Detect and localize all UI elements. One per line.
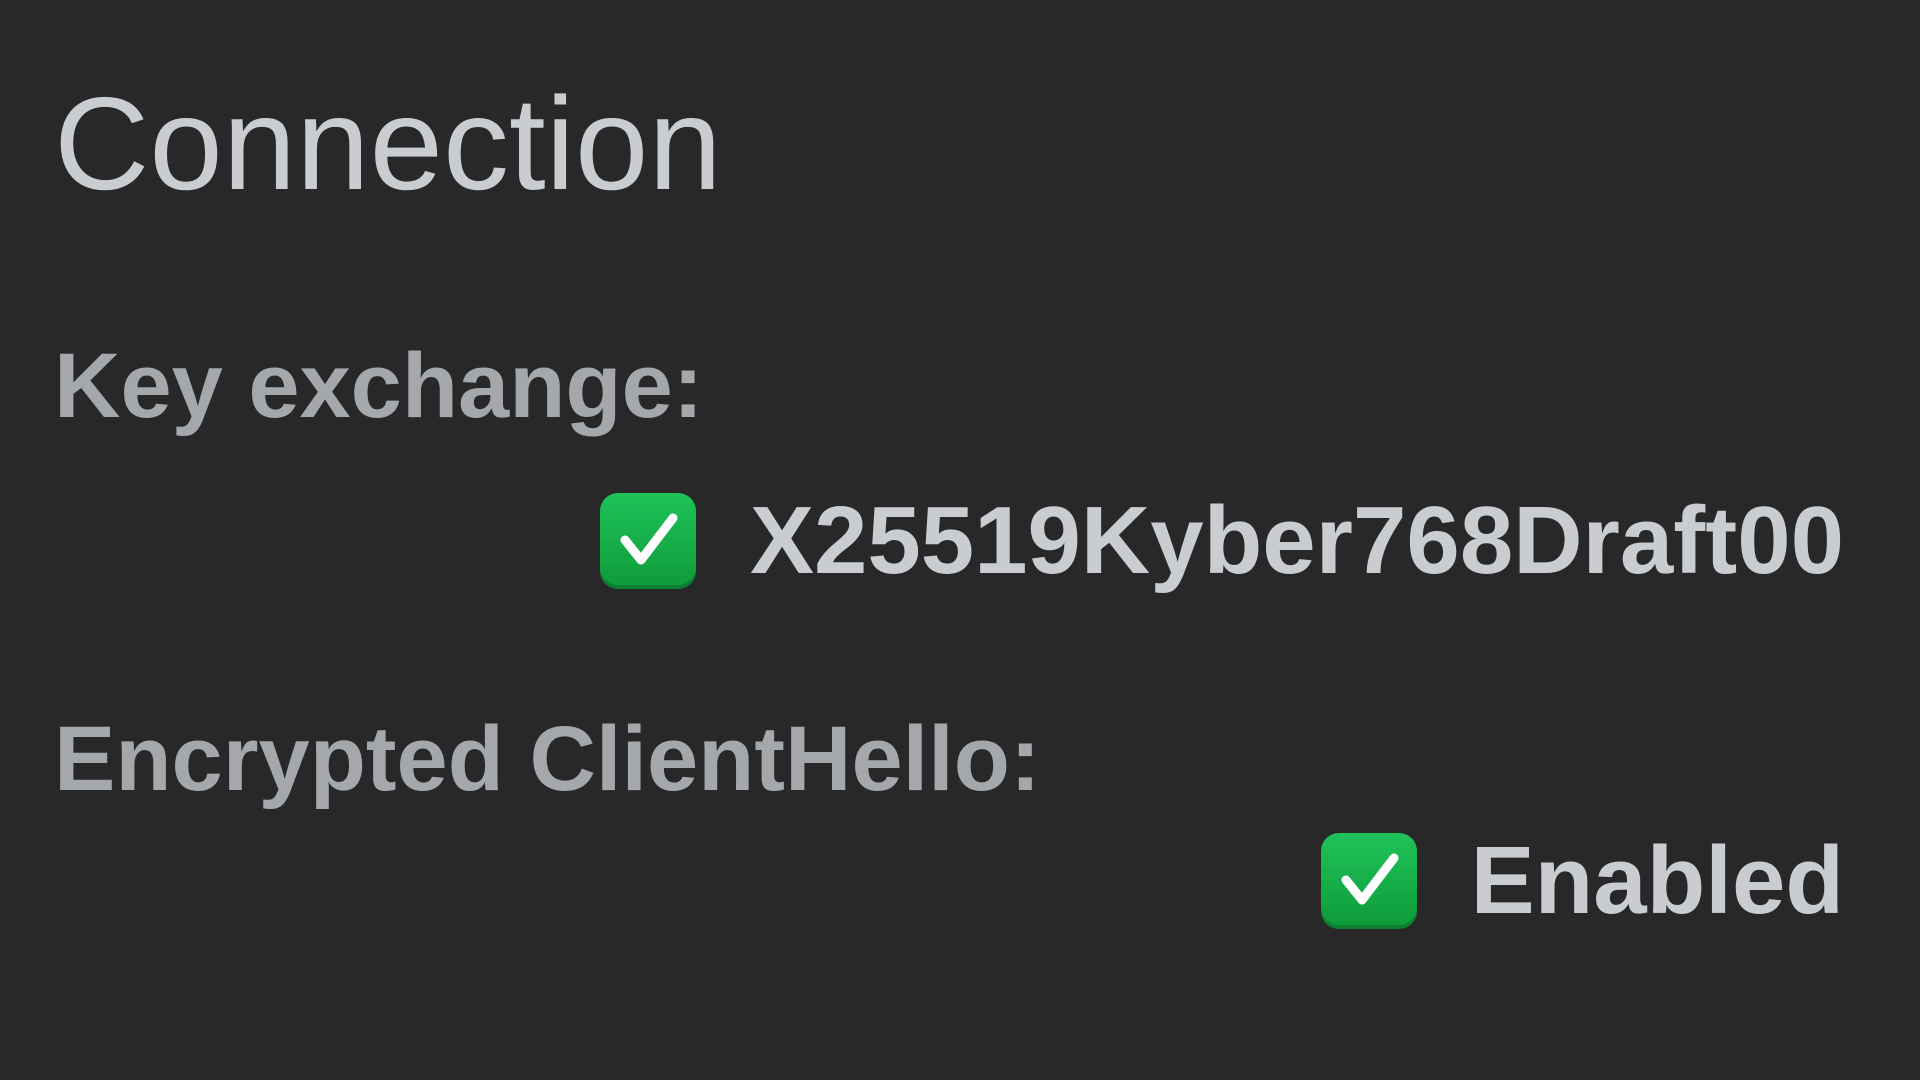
- page-title: Connection: [54, 70, 722, 217]
- encrypted-clienthello-label: Encrypted ClientHello:: [54, 708, 1041, 810]
- key-exchange-value-row: X25519Kyber768Draft00: [599, 487, 1844, 594]
- key-exchange-label: Key exchange:: [54, 335, 704, 437]
- check-mark-button-icon: [1320, 833, 1417, 929]
- encrypted-clienthello-value-row: Enabled: [1320, 827, 1844, 934]
- encrypted-clienthello-value: Enabled: [1470, 827, 1844, 934]
- check-mark-button-icon: [599, 493, 696, 589]
- key-exchange-value: X25519Kyber768Draft00: [749, 487, 1844, 594]
